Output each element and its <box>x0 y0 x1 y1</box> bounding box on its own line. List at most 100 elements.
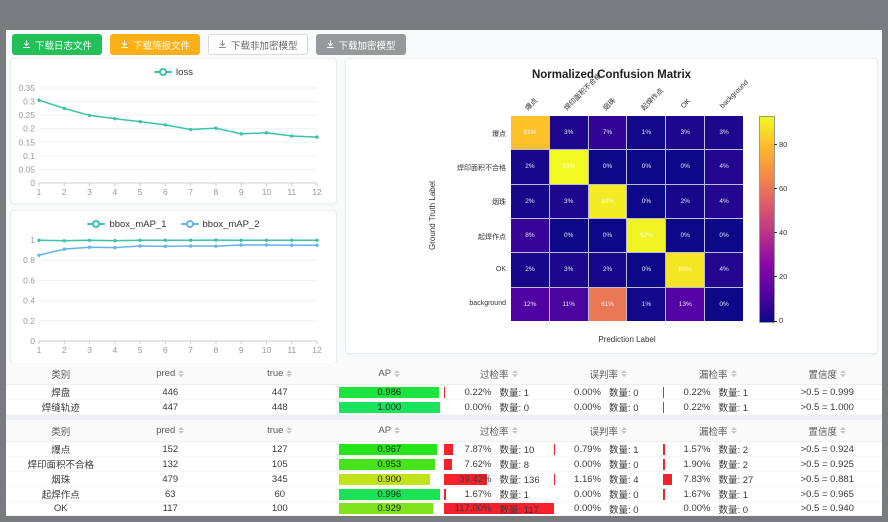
x-axis-tick: 2 <box>62 345 67 355</box>
ap-cell: 0.996 <box>335 487 445 502</box>
charts-row: loss 00.050.10.150.20.250.30.35123456789… <box>10 58 878 354</box>
x-axis-tick: 9 <box>239 345 244 355</box>
pred-cell: 446 <box>116 385 226 400</box>
column-header-label: 置信度 <box>808 367 837 381</box>
sort-icon[interactable] <box>840 370 846 377</box>
download-report-button[interactable]: 下载简报文件 <box>110 34 200 55</box>
sort-icon[interactable] <box>621 370 627 377</box>
caret-up-icon <box>840 370 846 373</box>
matrix-col-label: 起焊作点 <box>639 86 666 113</box>
rate-count: 数量: 1 <box>499 487 549 501</box>
true-cell: 60 <box>225 487 335 502</box>
loss-chart[interactable]: 00.050.10.150.20.250.30.3512345678910111… <box>11 80 336 205</box>
column-header-label: AP <box>378 368 391 379</box>
column-header[interactable]: pred <box>116 420 226 442</box>
download-plain-model-button[interactable]: 下载非加密模型 <box>208 34 308 55</box>
column-header[interactable]: 误判率 <box>554 363 664 385</box>
download-encrypted-model-button[interactable]: 下载加密模型 <box>316 34 406 55</box>
legend-item[interactable]: bbox_mAP_2 <box>181 219 260 230</box>
column-header[interactable]: 置信度 <box>773 363 883 385</box>
matrix-cell: 0% <box>589 219 627 252</box>
rate-percent: 0.22% <box>667 402 710 413</box>
y-axis-tick: 0.4 <box>23 296 35 306</box>
tables-section: 类别predtrueAP过检率误判率漏检率置信度焊盘4464470.9860.2… <box>6 363 882 500</box>
sort-icon[interactable] <box>286 427 292 434</box>
ap-value: 1.000 <box>339 402 441 413</box>
table-row: 烟珠4793450.90039.42%数量: 1361.16%数量: 47.83… <box>6 472 882 487</box>
table-row: OK1171000.929117.00%数量: 1170.00%数量: 00.0… <box>6 502 882 516</box>
button-label: 下载日志文件 <box>35 38 92 52</box>
sort-icon[interactable] <box>394 427 400 434</box>
map-chart-card: bbox_mAP_1bbox_mAP_2 00.20.40.60.8112345… <box>10 210 337 364</box>
ap-value: 0.996 <box>339 489 441 500</box>
column-header[interactable]: 误判率 <box>554 420 664 442</box>
misjudge-cell: 1.16%数量: 4 <box>554 472 664 487</box>
rate-count: 数量: 0 <box>609 385 659 399</box>
column-header: 类别 <box>6 363 116 385</box>
ap-cell: 0.967 <box>335 442 445 457</box>
caret-down-icon <box>178 374 184 377</box>
download-log-button[interactable]: 下载日志文件 <box>12 34 102 55</box>
confidence-cell: >0.5 = 0.940 <box>773 502 883 516</box>
table-row: 焊盘4464470.9860.22%数量: 10.00%数量: 00.22%数量… <box>6 385 882 400</box>
true-cell: 447 <box>225 385 335 400</box>
pred-cell: 117 <box>116 502 226 516</box>
column-header: 类别 <box>6 420 116 442</box>
loss-chart-legend: loss <box>11 59 336 80</box>
sort-icon[interactable] <box>731 370 737 377</box>
sort-icon[interactable] <box>512 427 518 434</box>
rate-percent: 7.62% <box>448 459 491 470</box>
overdetect-cell: 7.87%数量: 10 <box>444 442 554 457</box>
column-header[interactable]: true <box>225 363 335 385</box>
y-axis-tick: 0 <box>30 178 35 188</box>
column-header[interactable]: pred <box>116 363 226 385</box>
sort-icon[interactable] <box>178 370 184 377</box>
x-axis-tick: 10 <box>262 345 272 355</box>
category-cell: 焊印面积不合格 <box>6 457 116 472</box>
column-header[interactable]: 漏检率 <box>663 363 773 385</box>
sort-icon[interactable] <box>394 370 400 377</box>
button-label: 下载非加密模型 <box>231 38 298 52</box>
sort-icon[interactable] <box>178 427 184 434</box>
map-chart[interactable]: 00.20.40.60.81123456789101112 <box>11 232 336 363</box>
sort-icon[interactable] <box>512 370 518 377</box>
column-header[interactable]: 漏检率 <box>663 420 773 442</box>
legend-item[interactable]: bbox_mAP_1 <box>87 219 166 230</box>
caret-down-icon <box>512 431 518 434</box>
rate-count: 数量: 0 <box>609 487 659 501</box>
rate-percent: 0.00% <box>558 489 601 500</box>
matrix-cell: 0% <box>589 150 627 183</box>
matrix-row-label: background <box>346 300 506 307</box>
column-header[interactable]: 过检率 <box>444 420 554 442</box>
matrix-cell: 0% <box>705 288 743 321</box>
matrix-row-label: 烟珠 <box>346 197 506 207</box>
rate-bar <box>663 387 664 398</box>
sort-icon[interactable] <box>621 427 627 434</box>
misjudge-cell: 0.00%数量: 0 <box>554 400 664 415</box>
y-axis-tick: 0.35 <box>18 83 35 93</box>
overdetect-cell: 0.22%数量: 1 <box>444 385 554 400</box>
matrix-cell: 1% <box>627 288 665 321</box>
true-cell: 448 <box>225 400 335 415</box>
pred-cell: 479 <box>116 472 226 487</box>
matrix-cell: 2% <box>511 150 549 183</box>
sort-icon[interactable] <box>731 427 737 434</box>
caret-up-icon <box>512 370 518 373</box>
column-header-label: 误判率 <box>589 367 618 381</box>
summary-table-section: 类别predtrue AP 过检率 误判率 漏检率 置信度焊盘4464470.9860.2… <box>6 363 882 415</box>
legend-item[interactable]: loss <box>154 67 193 78</box>
column-header[interactable]: AP <box>335 363 445 385</box>
matrix-cell: 3% <box>550 116 588 149</box>
matrix-cell: 3% <box>550 185 588 218</box>
sort-icon[interactable] <box>840 427 846 434</box>
colorbar-tick-mark <box>774 188 777 189</box>
column-header[interactable]: 置信度 <box>773 420 883 442</box>
matrix-row-label: 起焊作点 <box>346 232 506 242</box>
y-axis-tick: 1 <box>30 235 35 245</box>
sort-icon[interactable] <box>286 370 292 377</box>
left-column: loss 00.050.10.150.20.250.30.35123456789… <box>10 58 337 354</box>
category-cell: 爆点 <box>6 442 116 457</box>
column-header[interactable]: AP <box>335 420 445 442</box>
column-header[interactable]: true <box>225 420 335 442</box>
column-header[interactable]: 过检率 <box>444 363 554 385</box>
